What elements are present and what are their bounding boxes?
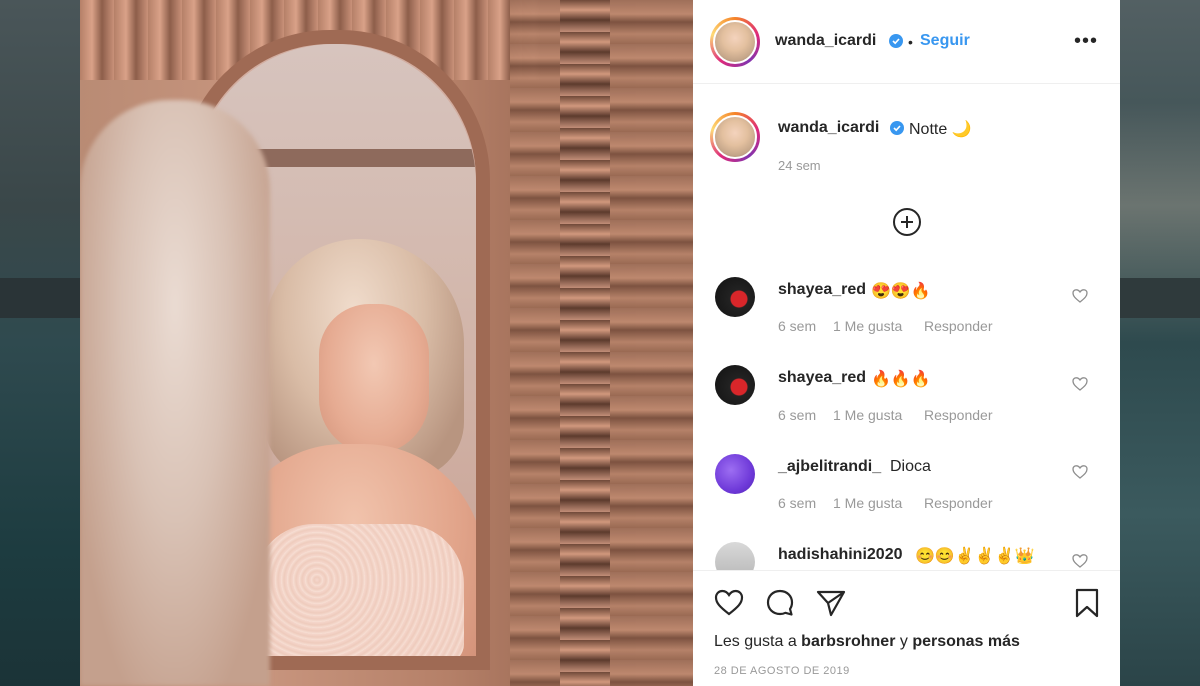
post-date[interactable]: 28 DE AGOSTO DE 2019 <box>714 665 850 677</box>
caption-username[interactable]: wanda_icardi <box>778 119 879 137</box>
post-header: wanda_icardi • Seguir ••• <box>693 0 1120 84</box>
post-actions: Les gusta a barbsrohner y personas más 2… <box>693 570 1120 686</box>
heart-icon[interactable] <box>1072 464 1088 480</box>
follow-button[interactable]: Seguir <box>920 32 970 50</box>
caption-time[interactable]: 24 sem <box>778 158 821 173</box>
bookmark-icon[interactable] <box>1071 587 1103 619</box>
comment-time: 6 sem <box>778 318 817 334</box>
comment-time: 6 sem <box>778 407 817 423</box>
comment-avatar[interactable] <box>715 365 755 405</box>
heart-icon[interactable] <box>1072 288 1088 304</box>
comment-text: 😍😍🔥 <box>871 283 931 300</box>
comment-text: Dioca <box>890 458 931 475</box>
backdrop-left-image <box>0 0 80 686</box>
backdrop-right-image <box>1120 0 1200 686</box>
mirror-frame-right <box>510 0 693 686</box>
likes-user-link[interactable]: barbsrohner <box>801 633 895 650</box>
likes-prefix: Les gusta a <box>714 633 802 650</box>
author-username[interactable]: wanda_icardi <box>775 32 876 50</box>
separator-dot: • <box>908 34 913 50</box>
caption-author-avatar[interactable] <box>710 112 760 162</box>
comment-text: 🔥🔥🔥 <box>871 371 931 388</box>
comment-username[interactable]: _ajbelitrandi_ <box>778 458 881 476</box>
reply-button[interactable]: Responder <box>924 318 993 334</box>
heart-icon[interactable] <box>1072 376 1088 392</box>
caption-text: Notte 🌙 <box>909 121 972 138</box>
share-icon[interactable] <box>815 587 847 619</box>
comment-username[interactable]: shayea_red <box>778 281 866 299</box>
comment-likes[interactable]: 1 Me gusta <box>833 318 902 334</box>
post-details-panel: wanda_icardi • Seguir ••• wanda_icardi N… <box>693 0 1120 686</box>
comment-username[interactable]: shayea_red <box>778 369 866 387</box>
post-photo[interactable] <box>80 0 693 686</box>
reply-button[interactable]: Responder <box>924 495 993 511</box>
comment-avatar[interactable] <box>715 542 755 570</box>
reflection-face <box>319 304 429 454</box>
reply-button[interactable]: Responder <box>924 407 993 423</box>
comment-text: 😊😊✌✌✌👑 <box>915 548 1035 565</box>
likes-count-link[interactable]: personas más <box>912 633 1020 650</box>
comment-avatar[interactable] <box>715 454 755 494</box>
comments-list[interactable]: shayea_red 😍😍🔥 6 sem 1 Me gusta Responde… <box>693 265 1120 570</box>
verified-badge-icon <box>890 121 904 135</box>
comment-icon[interactable] <box>764 587 796 619</box>
foreground-hair <box>80 100 270 686</box>
verified-badge-icon <box>889 34 903 48</box>
comment-avatar[interactable] <box>715 277 755 317</box>
author-avatar[interactable] <box>710 17 760 67</box>
add-comment-icon[interactable] <box>893 208 921 236</box>
likes-conjunction: y <box>895 633 913 650</box>
comment-likes[interactable]: 1 Me gusta <box>833 407 902 423</box>
heart-icon[interactable] <box>1072 553 1088 569</box>
more-options-icon[interactable]: ••• <box>1074 30 1098 53</box>
comment-likes[interactable]: 1 Me gusta <box>833 495 902 511</box>
reflection-lace <box>254 524 464 656</box>
comment-time: 6 sem <box>778 495 817 511</box>
likes-summary: Les gusta a barbsrohner y personas más <box>714 633 1020 651</box>
heart-icon[interactable] <box>713 587 745 619</box>
comment-username[interactable]: hadishahini2020 <box>778 546 903 564</box>
